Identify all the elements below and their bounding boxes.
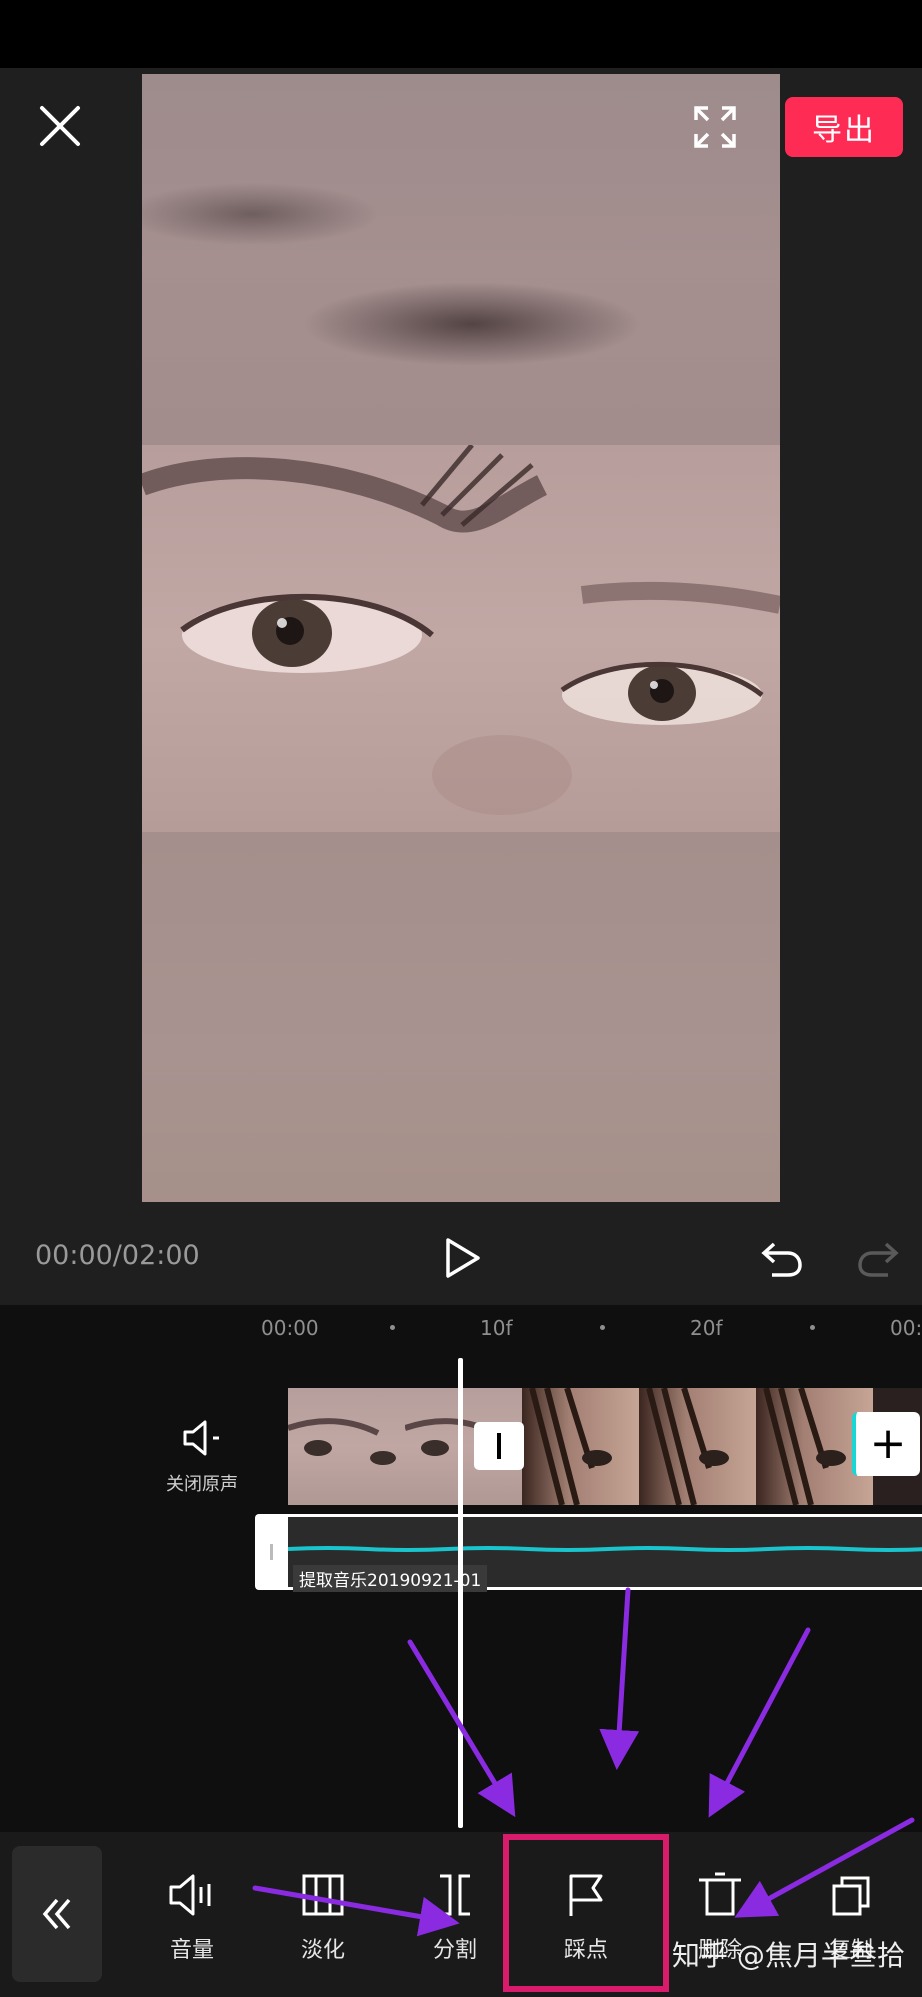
close-button[interactable] [34, 100, 86, 152]
transition-icon [497, 1433, 501, 1459]
tool-label: 淡化 [300, 1938, 345, 1963]
ruler-label: 00: [890, 1316, 922, 1340]
video-face-band [142, 445, 780, 832]
video-clip-strip[interactable] [288, 1388, 922, 1505]
watermark: 知乎 @焦月半叁拾 [672, 1939, 905, 1972]
tool-label: 分割 [432, 1938, 477, 1963]
audio-trim-handle[interactable] [258, 1517, 288, 1587]
delete-icon [699, 1872, 741, 1916]
tool-fade[interactable]: 淡化 [268, 1860, 378, 1970]
tool-split[interactable]: 分割 [400, 1860, 510, 1970]
video-blur-top [142, 74, 780, 445]
redo-icon [858, 1242, 899, 1277]
video-blur-bottom [142, 832, 780, 1202]
back-button[interactable] [12, 1846, 102, 1982]
fullscreen-icon [694, 106, 736, 148]
mute-original-label: 关闭原声 [166, 1474, 238, 1495]
speaker-icon [183, 1420, 219, 1456]
undo-button[interactable] [760, 1238, 804, 1278]
ruler-dot [810, 1325, 815, 1330]
video-preview[interactable] [142, 74, 780, 1202]
fullscreen-button[interactable] [690, 102, 740, 152]
time-readout: 00:00/02:00 [35, 1240, 200, 1271]
double-chevron-left-icon [42, 1898, 71, 1930]
play-button[interactable] [444, 1237, 482, 1279]
ruler-dot [600, 1325, 605, 1330]
tool-label: 音量 [169, 1938, 214, 1963]
audio-waveform [288, 1546, 922, 1552]
ruler-label: 00:00 [261, 1316, 319, 1340]
status-bar [0, 0, 922, 68]
ruler-label: 20f [690, 1316, 723, 1340]
clip-thumbnail [288, 1388, 405, 1505]
mute-original-button[interactable]: 关闭原声 [150, 1418, 254, 1498]
tool-volume[interactable]: 音量 [137, 1860, 247, 1970]
highlight-annotation-box [503, 1834, 669, 1992]
volume-icon [169, 1874, 211, 1916]
grip-icon [270, 1544, 273, 1560]
fade-icon [302, 1874, 344, 1916]
clip-thumbnail [639, 1388, 756, 1505]
ruler-label: 10f [480, 1316, 513, 1340]
split-icon [440, 1874, 470, 1916]
export-button[interactable]: 导出 [785, 97, 903, 157]
close-icon [40, 106, 80, 146]
add-clip-button[interactable]: + [852, 1412, 920, 1476]
clip-thumbnail [522, 1388, 639, 1505]
play-icon [446, 1238, 480, 1278]
transition-button[interactable] [474, 1422, 524, 1470]
playhead[interactable] [458, 1358, 463, 1828]
redo-button[interactable] [856, 1238, 900, 1278]
audio-track[interactable]: 提取音乐20190921-01 [255, 1514, 922, 1592]
copy-icon [832, 1876, 870, 1916]
undo-icon [761, 1242, 802, 1277]
ruler-dot [390, 1325, 395, 1330]
